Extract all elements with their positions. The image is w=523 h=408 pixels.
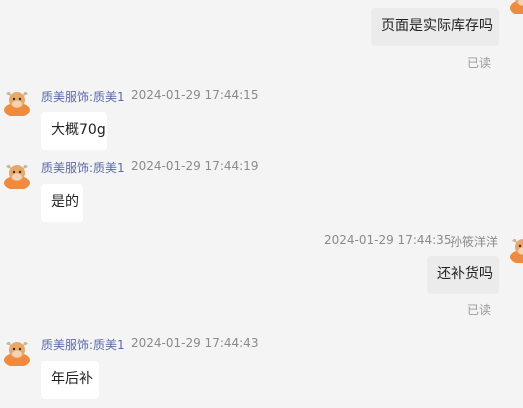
incoming-message-bubble[interactable]: 年后补: [41, 361, 99, 399]
sender-name[interactable]: 质美服饰:质美1: [41, 159, 125, 176]
incoming-message-bubble[interactable]: 大概70g: [41, 112, 107, 150]
message-timestamp: 2024-01-29 17:44:35: [324, 233, 452, 247]
cartoon-cow-avatar-icon[interactable]: [2, 86, 32, 116]
sender-name[interactable]: 孙筱洋洋: [450, 233, 498, 250]
sender-name[interactable]: 质美服饰:质美1: [41, 336, 125, 353]
sender-name[interactable]: 质美服饰:质美1: [41, 88, 125, 105]
cartoon-cow-avatar-icon[interactable]: [508, 233, 523, 263]
message-timestamp: 2024-01-29 17:44:19: [131, 159, 259, 173]
cartoon-cow-avatar-icon[interactable]: [508, 0, 523, 14]
cartoon-cow-avatar-icon[interactable]: [2, 159, 32, 189]
chat-history: 页面是实际库存吗 已读 质美服饰:质美1 2024-01-29 17:44:15…: [0, 0, 523, 408]
outgoing-message-bubble[interactable]: 还补货吗: [427, 256, 499, 294]
cartoon-cow-avatar-icon[interactable]: [2, 336, 32, 366]
message-timestamp: 2024-01-29 17:44:15: [131, 88, 259, 102]
outgoing-message-bubble[interactable]: 页面是实际库存吗: [371, 8, 499, 46]
read-status: 已读: [467, 56, 492, 70]
incoming-message-bubble[interactable]: 是的: [41, 184, 83, 222]
read-status: 已读: [467, 303, 492, 317]
message-timestamp: 2024-01-29 17:44:43: [131, 336, 259, 350]
